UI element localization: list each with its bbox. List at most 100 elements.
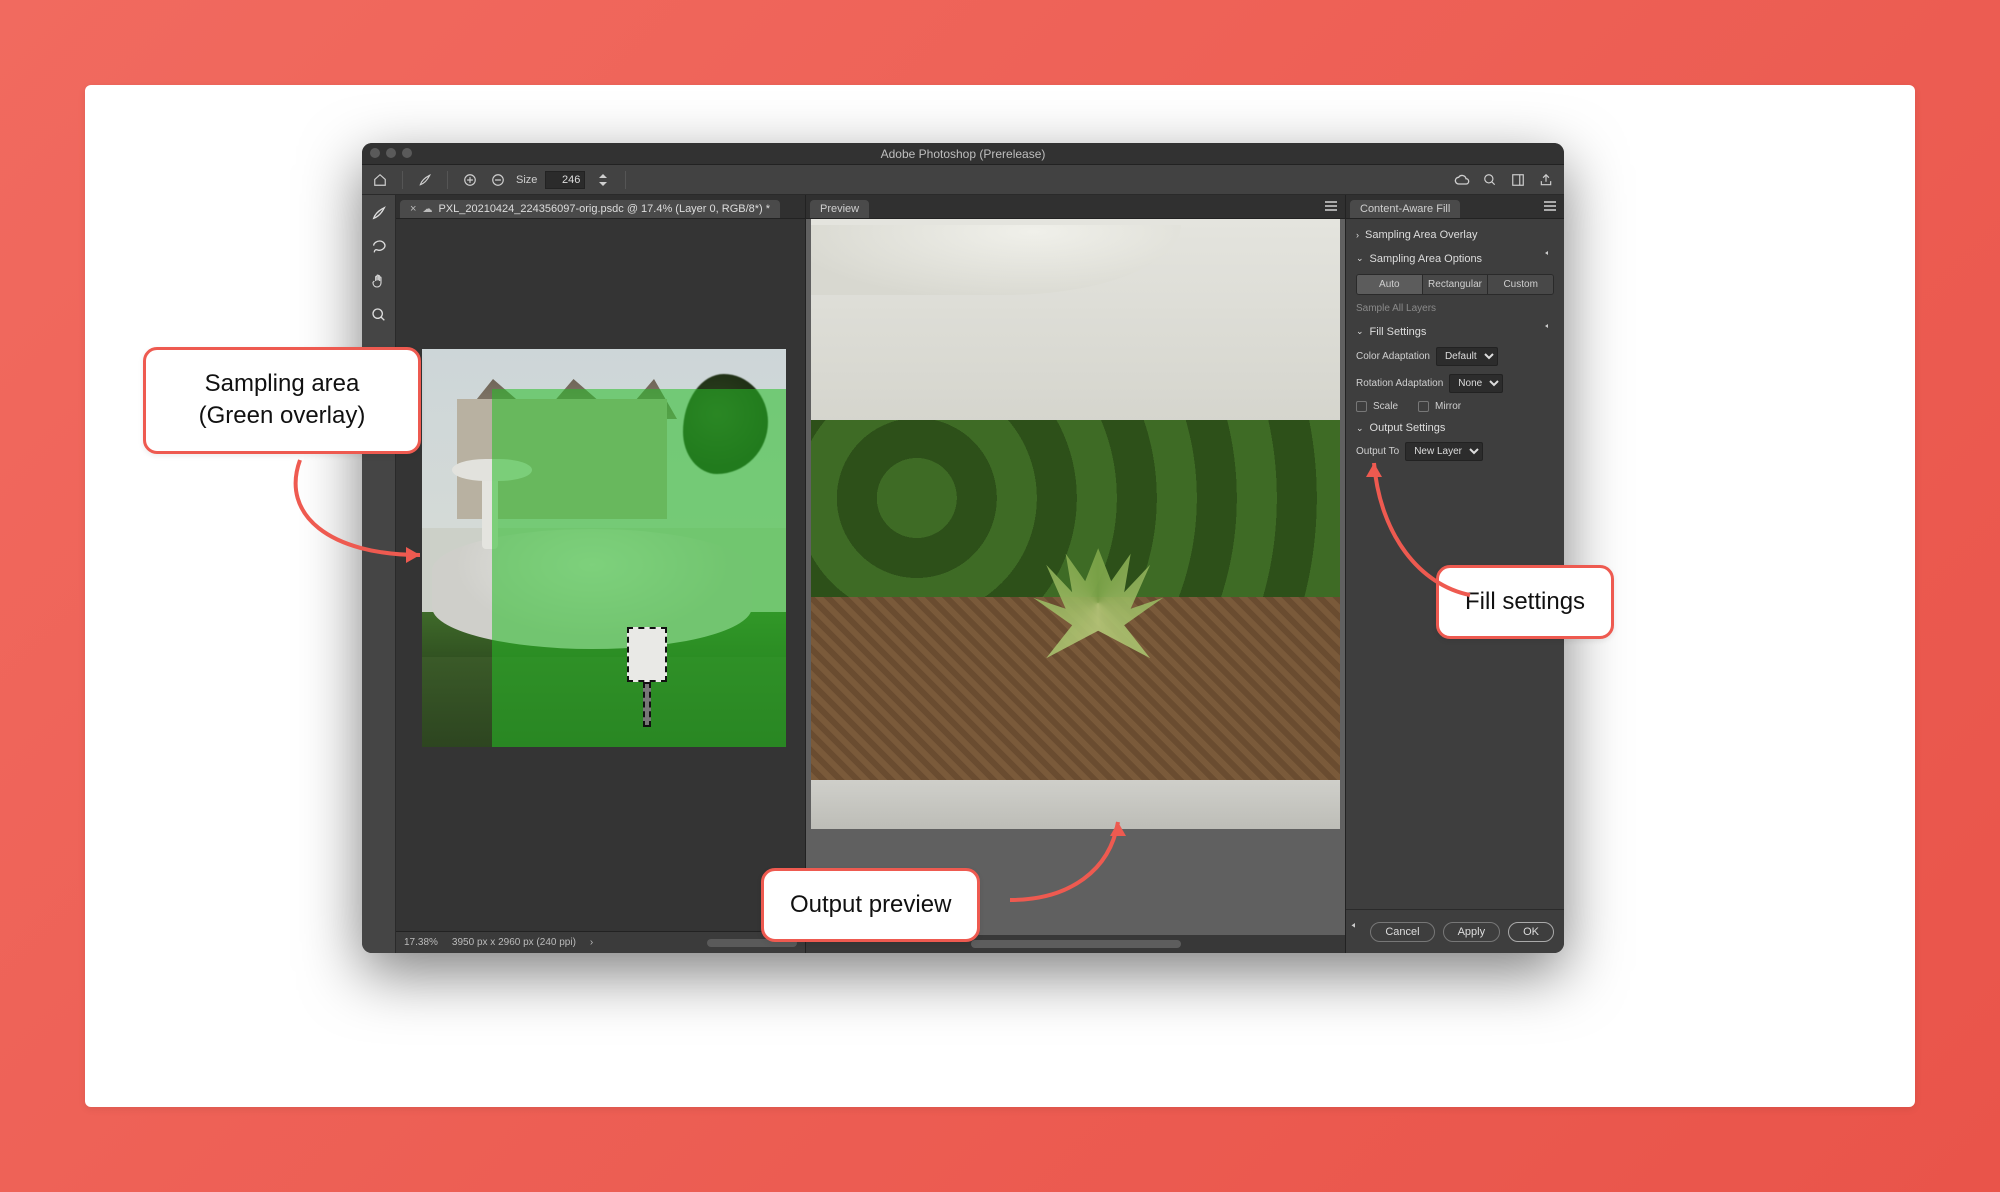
sample-all-layers-label: Sample All Layers — [1356, 303, 1554, 314]
caf-footer: Cancel Apply OK — [1346, 909, 1564, 953]
scale-mirror-row: Scale Mirror — [1356, 401, 1554, 412]
callout-output-preview: Output preview — [761, 868, 980, 942]
fill-settings-label: Fill Settings — [1370, 326, 1427, 338]
selection-marquee — [627, 627, 667, 727]
color-adaptation-label: Color Adaptation — [1356, 351, 1430, 362]
subtract-sampling-icon[interactable] — [488, 170, 508, 190]
document-tab-title: PXL_20210424_224356097-orig.psdc @ 17.4%… — [438, 203, 770, 215]
document-tab-row: × ☁ PXL_20210424_224356097-orig.psdc @ 1… — [396, 195, 805, 219]
share-icon[interactable] — [1536, 170, 1556, 190]
preview-horizontal-scrollbar[interactable] — [971, 940, 1181, 948]
section-head-output-settings[interactable]: ⌄ Output Settings — [1356, 422, 1554, 434]
options-toolbar: Size — [362, 165, 1564, 195]
callout-sampling-area: Sampling area (Green overlay) — [143, 347, 421, 454]
section-head-fill-settings[interactable]: ⌄ Fill Settings — [1356, 324, 1554, 339]
ok-label: OK — [1523, 926, 1539, 938]
mode-auto-button[interactable]: Auto — [1357, 275, 1423, 294]
caf-tab[interactable]: Content-Aware Fill — [1350, 200, 1460, 218]
preview-image — [811, 219, 1340, 829]
section-sampling-options: ⌄ Sampling Area Options Auto Rectangular… — [1356, 251, 1554, 314]
mode-rect-label: Rectangular — [1428, 279, 1482, 290]
mode-custom-label: Custom — [1503, 279, 1537, 290]
document-panel: × ☁ PXL_20210424_224356097-orig.psdc @ 1… — [396, 195, 806, 953]
chevron-down-icon: ⌄ — [1356, 423, 1364, 434]
chevron-down-icon: ⌄ — [1356, 326, 1364, 337]
traffic-lights — [370, 148, 412, 158]
sampling-brush-tool-icon[interactable] — [367, 201, 391, 225]
chevron-down-icon: ⌄ — [1356, 253, 1364, 264]
color-adaptation-row: Color Adaptation Default — [1356, 347, 1554, 366]
section-sampling-overlay: › Sampling Area Overlay — [1356, 229, 1554, 241]
preview-tab[interactable]: Preview — [810, 200, 869, 218]
preview-tab-row: Preview — [806, 195, 1345, 219]
mode-custom-button[interactable]: Custom — [1488, 275, 1553, 294]
color-adaptation-select[interactable]: Default — [1436, 347, 1498, 366]
rotation-adaptation-label: Rotation Adaptation — [1356, 378, 1443, 389]
divider — [447, 171, 448, 189]
callout-sampling-line1: Sampling area — [172, 368, 392, 400]
add-sampling-icon[interactable] — [460, 170, 480, 190]
lasso-tool-icon[interactable] — [367, 235, 391, 259]
callout-sampling-line2: (Green overlay) — [172, 400, 392, 432]
brush-icon[interactable] — [415, 170, 435, 190]
mirror-checkbox[interactable] — [1418, 401, 1429, 412]
cancel-button[interactable]: Cancel — [1370, 922, 1434, 942]
caf-tab-row: Content-Aware Fill — [1346, 195, 1564, 219]
zoom-tool-icon[interactable] — [367, 303, 391, 327]
panel-menu-icon[interactable] — [1317, 196, 1345, 218]
search-icon[interactable] — [1480, 170, 1500, 190]
toolbar-right-icons — [1452, 170, 1556, 190]
hand-tool-icon[interactable] — [367, 269, 391, 293]
rotation-adaptation-select[interactable]: None — [1449, 374, 1503, 393]
sampling-overlay-label: Sampling Area Overlay — [1365, 229, 1478, 241]
mode-rectangular-button[interactable]: Rectangular — [1423, 275, 1489, 294]
home-icon[interactable] — [370, 170, 390, 190]
document-canvas-wrap[interactable] — [396, 219, 805, 931]
ok-button[interactable]: OK — [1508, 922, 1554, 942]
size-stepper-icon[interactable] — [593, 170, 613, 190]
section-head-sampling-overlay[interactable]: › Sampling Area Overlay — [1356, 229, 1554, 241]
document-tab[interactable]: × ☁ PXL_20210424_224356097-orig.psdc @ 1… — [400, 200, 780, 218]
brush-size-field[interactable] — [545, 171, 585, 189]
window-titlebar: Adobe Photoshop (Prerelease) — [362, 143, 1564, 165]
status-zoom[interactable]: 17.38% — [404, 937, 438, 948]
apply-button[interactable]: Apply — [1443, 922, 1501, 942]
sampling-mode-segmented: Auto Rectangular Custom — [1356, 274, 1554, 295]
document-canvas[interactable] — [422, 349, 786, 747]
zoom-window-dot[interactable] — [402, 148, 412, 158]
sampling-options-label: Sampling Area Options — [1370, 253, 1483, 265]
reset-icon[interactable] — [1542, 251, 1554, 266]
reset-all-icon[interactable] — [1348, 923, 1362, 940]
selection-marquee-post — [643, 682, 651, 727]
preview-tab-label: Preview — [820, 203, 859, 215]
panel-menu-icon[interactable] — [1536, 196, 1564, 218]
cancel-label: Cancel — [1385, 926, 1419, 938]
callout-output-preview-label: Output preview — [790, 891, 951, 918]
window-title: Adobe Photoshop (Prerelease) — [881, 147, 1046, 161]
minimize-window-dot[interactable] — [386, 148, 396, 158]
divider — [402, 171, 403, 189]
rotation-adaptation-row: Rotation Adaptation None — [1356, 374, 1554, 393]
close-tab-icon[interactable]: × — [410, 203, 416, 215]
arrow-sampling-area — [270, 455, 440, 575]
section-head-sampling-options[interactable]: ⌄ Sampling Area Options — [1356, 251, 1554, 266]
scale-checkbox[interactable] — [1356, 401, 1367, 412]
divider — [625, 171, 626, 189]
caf-tab-label: Content-Aware Fill — [1360, 203, 1450, 215]
mirror-label: Mirror — [1435, 401, 1461, 412]
arrow-fill-settings — [1360, 445, 1490, 605]
close-window-dot[interactable] — [370, 148, 380, 158]
reset-icon[interactable] — [1542, 324, 1554, 339]
status-chevron-icon[interactable]: › — [590, 937, 593, 948]
brush-size-label: Size — [516, 174, 537, 186]
scale-label: Scale — [1373, 401, 1398, 412]
cloud-icon[interactable] — [1452, 170, 1472, 190]
selection-marquee-board — [627, 627, 667, 682]
status-dimensions: 3950 px x 2960 px (240 ppi) — [452, 937, 576, 948]
chevron-right-icon: › — [1356, 230, 1359, 240]
arrow-output-preview — [1000, 810, 1140, 910]
document-status-bar: 17.38% 3950 px x 2960 px (240 ppi) › — [396, 931, 805, 953]
cloud-doc-icon: ☁ — [422, 204, 432, 215]
section-fill-settings: ⌄ Fill Settings Color Adaptation Default… — [1356, 324, 1554, 412]
workspace-icon[interactable] — [1508, 170, 1528, 190]
